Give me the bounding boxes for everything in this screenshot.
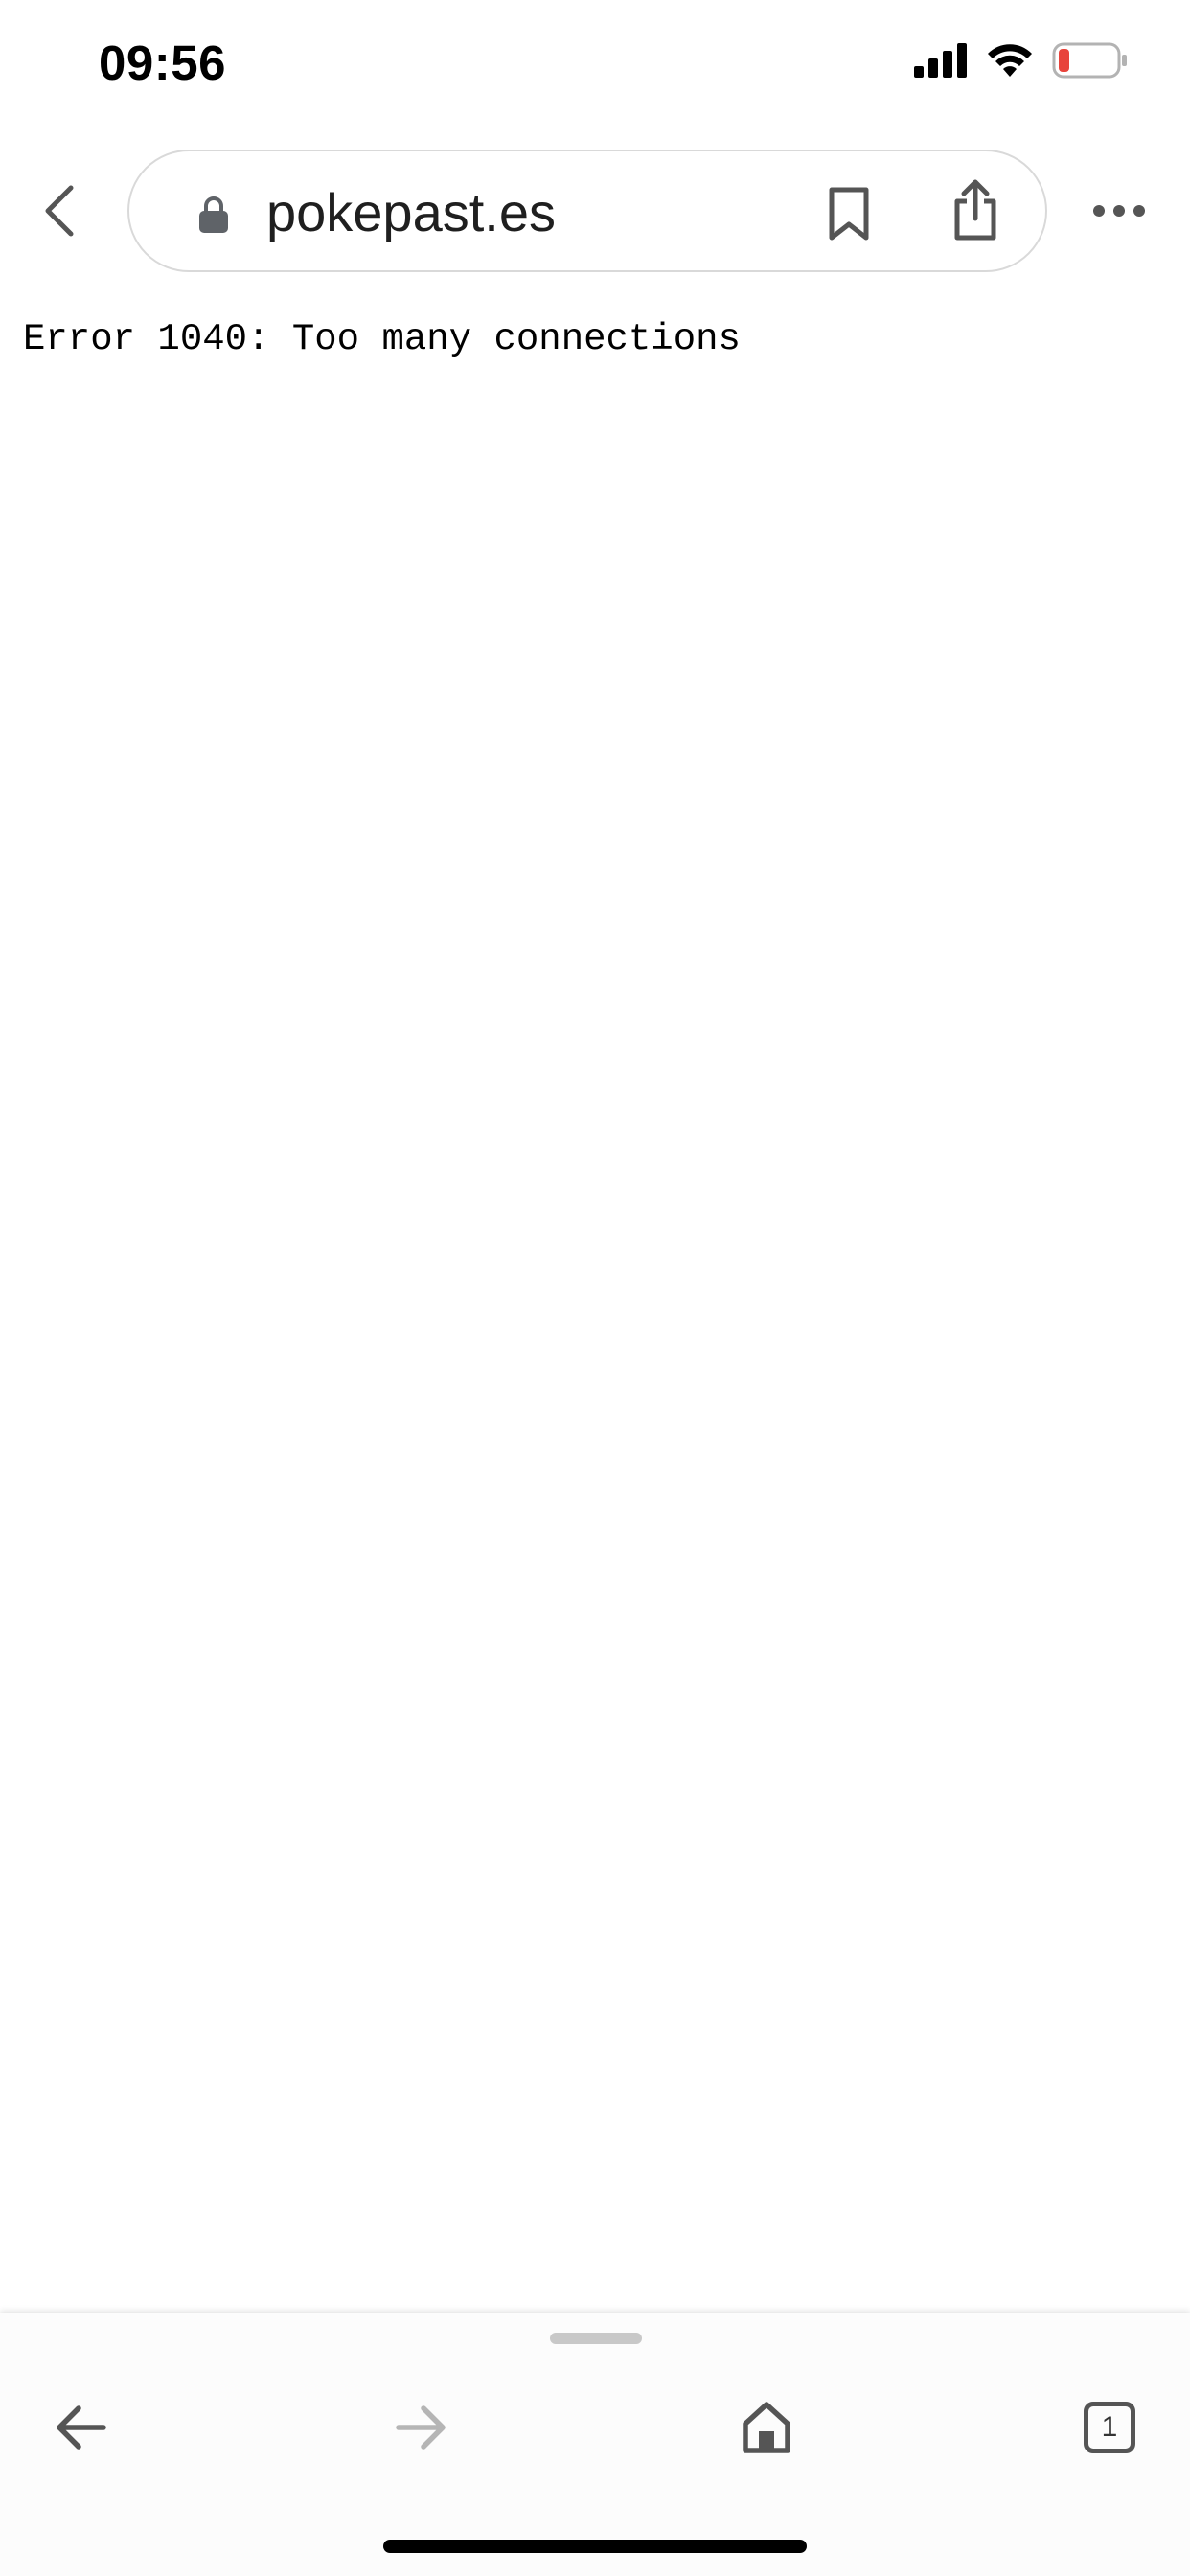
address-bar[interactable]: pokepast.es [127,150,1047,272]
chevron-left-icon[interactable] [38,184,82,238]
arrow-left-icon [57,2405,106,2450]
share-icon[interactable] [950,178,1000,242]
tab-count: 1 [1101,2411,1118,2443]
url-text[interactable]: pokepast.es [266,182,556,243]
error-message: Error 1040: Too many connections [23,318,741,360]
home-button[interactable] [728,2384,805,2471]
status-bar: 09:56 [0,0,1190,134]
bookmark-icon[interactable] [827,186,871,242]
back-button[interactable] [42,2384,119,2471]
address-bar-row: pokepast.es [0,146,1190,276]
bottom-toolbar: 1 [0,2313,1190,2576]
more-horizontal-icon[interactable] [1092,203,1146,218]
battery-low-icon [1052,42,1127,79]
toolbar-drag-handle[interactable] [550,2333,642,2344]
status-icons [914,42,1129,79]
cellular-signal-icon [914,43,967,78]
home-icon [743,2402,790,2453]
tabs-icon: 1 [1084,2402,1135,2453]
forward-button[interactable] [383,2384,460,2471]
web-page-content: Error 1040: Too many connections [0,288,1190,2310]
home-indicator [383,2540,807,2553]
status-time: 09:56 [99,35,226,90]
tabs-button[interactable]: 1 [1071,2384,1148,2471]
lock-icon [199,196,228,233]
arrow-right-icon [396,2405,446,2450]
wifi-icon [988,44,1032,77]
